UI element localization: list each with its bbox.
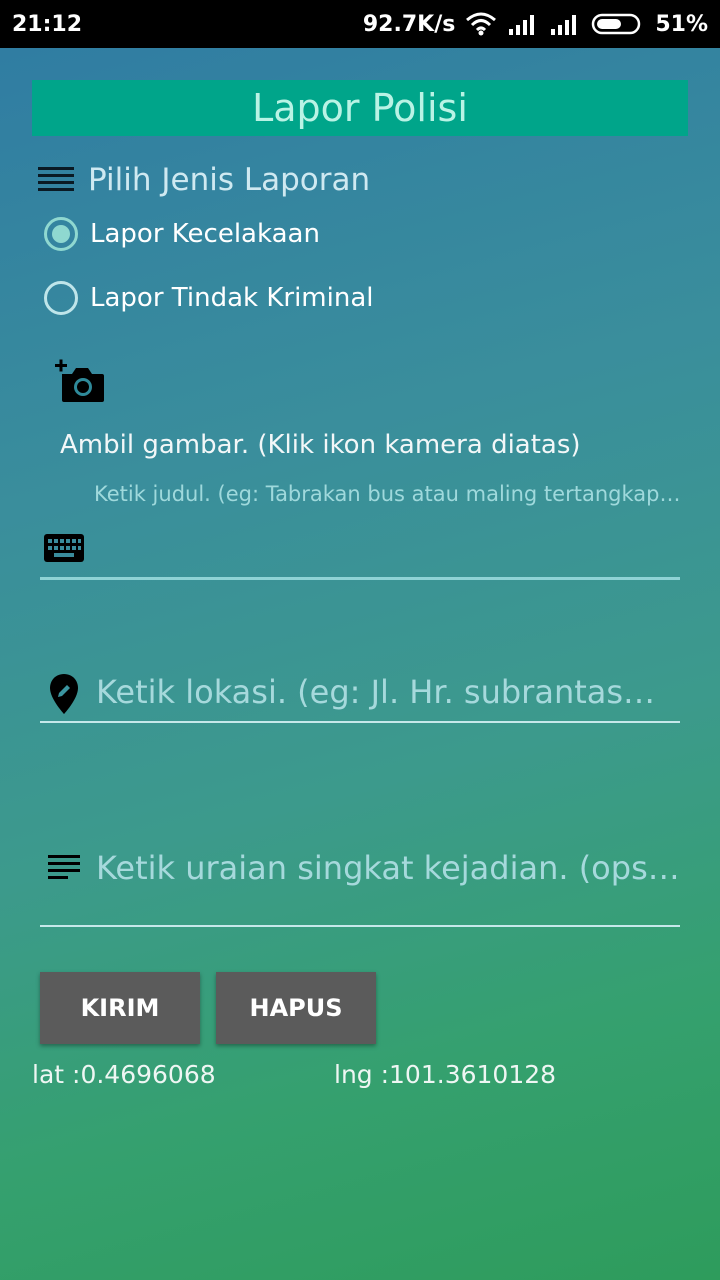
wifi-icon [466, 12, 497, 36]
keyboard-icon [44, 534, 84, 562]
location-input[interactable] [96, 664, 676, 720]
description-underline [40, 925, 680, 927]
battery-icon [592, 13, 641, 35]
clear-button[interactable]: HAPUS [216, 972, 376, 1044]
longitude-text: lng :101.3610128 [334, 1060, 557, 1089]
radio-label-crime: Lapor Tindak Kriminal [90, 283, 374, 313]
send-button[interactable]: KIRIM [40, 972, 200, 1044]
latitude-text: lat :0.4696068 [32, 1060, 216, 1089]
radio-option-accident[interactable]: Lapor Kecelakaan [44, 217, 320, 251]
status-bar: 21:12 92.7K/s 51% [0, 0, 720, 48]
signal-icon [551, 15, 577, 35]
radio-button-checked[interactable] [44, 217, 78, 251]
title-underline [40, 577, 680, 580]
status-net-speed: 92.7K/s [362, 11, 456, 37]
report-type-label: Pilih Jenis Laporan [88, 162, 371, 198]
page-title: Lapor Polisi [252, 86, 468, 130]
title-floating-placeholder: Ketik judul. (eg: Tabrakan bus atau mali… [94, 482, 681, 506]
title-input[interactable] [96, 520, 676, 576]
radio-label-accident: Lapor Kecelakaan [90, 219, 320, 249]
list-icon [38, 167, 74, 191]
signal-icon [509, 15, 535, 35]
radio-button-unchecked[interactable] [44, 281, 78, 315]
description-input[interactable] [96, 840, 676, 896]
camera-hint: Ambil gambar. (Klik ikon kamera diatas) [60, 430, 581, 460]
location-edit-icon [50, 674, 78, 714]
status-time: 21:12 [12, 11, 83, 37]
report-type-heading: Pilih Jenis Laporan [38, 160, 370, 200]
text-lines-icon [48, 855, 80, 879]
location-underline [40, 721, 680, 723]
app-header: Lapor Polisi [32, 80, 688, 136]
add-camera-icon[interactable] [54, 356, 106, 404]
radio-dot [52, 225, 70, 243]
status-battery: 51% [655, 11, 708, 37]
radio-option-crime[interactable]: Lapor Tindak Kriminal [44, 281, 373, 315]
status-right: 92.7K/s 51% [363, 12, 708, 37]
